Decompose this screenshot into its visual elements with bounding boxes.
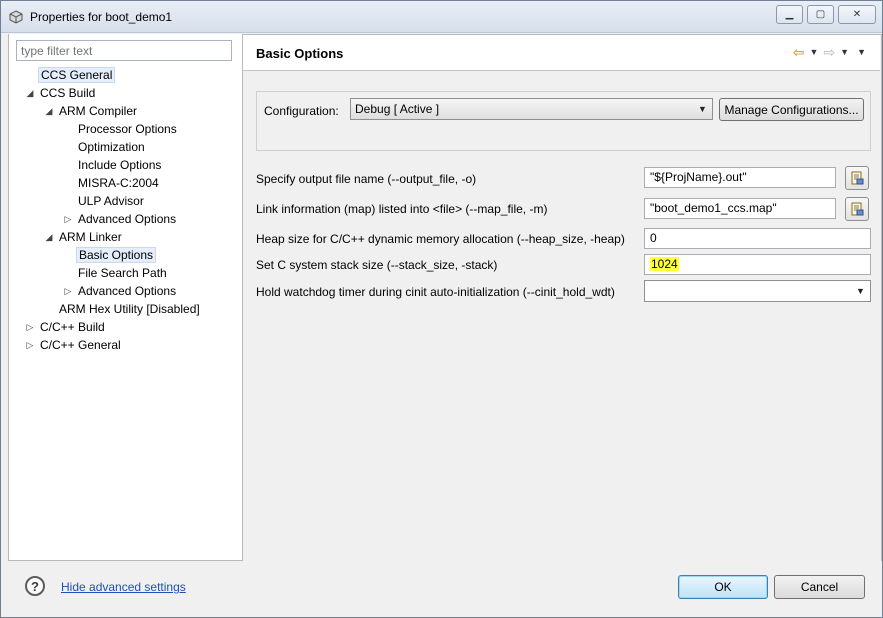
tree-item-arm-hex-utility[interactable]: ARM Hex Utility [Disabled] — [57, 300, 202, 318]
tree-item-file-search-path[interactable]: File Search Path — [76, 264, 169, 282]
tree-item-processor-options[interactable]: Processor Options — [76, 120, 179, 138]
expanded-twisty-icon[interactable]: ◢ — [44, 102, 54, 120]
dialog-footer: ? Hide advanced settings OK Cancel — [1, 561, 882, 617]
tree-item-label: CCS General — [38, 67, 116, 83]
forward-arrow-icon[interactable]: ⇨ — [823, 44, 835, 60]
heap-size-value: 0 — [650, 231, 657, 245]
title-bar: Properties for boot_demo1 ▁ ▢ ✕ — [1, 1, 882, 33]
map-file-label: Link information (map) listed into <file… — [256, 202, 548, 216]
maximize-icon: ▢ — [815, 9, 826, 20]
view-menu-icon[interactable]: ▼ — [857, 44, 866, 60]
tree-item-label: Basic Options — [76, 247, 157, 263]
tree-item-label: Optimization — [78, 140, 145, 154]
tree-item-label: C/C++ General — [40, 338, 121, 352]
tree-item-include-options[interactable]: Include Options — [76, 156, 163, 174]
stack-size-label: Set C system stack size (--stack_size, -… — [256, 258, 498, 272]
tree-item-ulp-advisor[interactable]: ULP Advisor — [76, 192, 146, 210]
collapsed-twisty-icon[interactable]: ▷ — [25, 318, 35, 336]
tree-item-label: ULP Advisor — [78, 194, 144, 208]
tree-item-misra[interactable]: MISRA-C:2004 — [76, 174, 161, 192]
browse-variables-icon — [851, 171, 864, 185]
tree-item-label: C/C++ Build — [40, 320, 105, 334]
tree-item-label: ARM Linker — [59, 230, 122, 244]
history-nav: ⇦ ▼ ⇨ ▼ ▼ — [788, 44, 866, 60]
heap-size-label: Heap size for C/C++ dynamic memory alloc… — [256, 232, 625, 246]
collapsed-twisty-icon[interactable]: ▷ — [63, 210, 73, 228]
manage-configurations-button[interactable]: Manage Configurations... — [719, 98, 864, 121]
configuration-value: Debug [ Active ] — [355, 102, 440, 116]
tree-item-arm-linker[interactable]: ◢ ARM Linker — [44, 228, 124, 246]
configuration-select[interactable]: Debug [ Active ] ▼ — [350, 98, 713, 120]
chevron-down-icon: ▼ — [698, 104, 707, 114]
navigation-pane: CCS General ◢ CCS Build ◢ ARM Compiler P… — [8, 34, 243, 561]
filter-input[interactable] — [16, 40, 232, 61]
tree-item-label: CCS Build — [40, 86, 96, 100]
tree-item-ccs-build[interactable]: ◢ CCS Build — [25, 84, 97, 102]
maximize-button[interactable]: ▢ — [807, 5, 834, 24]
map-file-field[interactable]: "boot_demo1_ccs.map" — [644, 198, 836, 219]
tree-item-label: Include Options — [78, 158, 162, 172]
stack-size-field[interactable]: 1024 — [644, 254, 871, 275]
help-icon[interactable]: ? — [25, 576, 45, 596]
tree-item-ccs-general[interactable]: CCS General — [38, 66, 116, 84]
tree-item-label: File Search Path — [78, 266, 167, 280]
back-menu-chevron-icon[interactable]: ▼ — [810, 44, 819, 60]
tree-item-label: Advanced Options — [78, 212, 177, 226]
page-header: Basic Options ⇦ ▼ ⇨ ▼ ▼ — [243, 35, 880, 71]
map-file-browse-button[interactable] — [845, 197, 869, 221]
tree-item-cpp-build[interactable]: ▷ C/C++ Build — [25, 318, 107, 336]
configuration-group: Configuration: Debug [ Active ] ▼ Manage… — [256, 91, 871, 151]
tree-item-linker-advanced-options[interactable]: ▷ Advanced Options — [63, 282, 178, 300]
tree-item-label: MISRA-C:2004 — [78, 176, 159, 190]
tree-item-label: Processor Options — [78, 122, 177, 136]
cancel-button[interactable]: Cancel — [774, 575, 865, 599]
settings-pane: Basic Options ⇦ ▼ ⇨ ▼ ▼ Configuration: D… — [243, 34, 882, 561]
browse-variables-icon — [851, 202, 864, 216]
expanded-twisty-icon[interactable]: ◢ — [44, 228, 54, 246]
tree-item-label: ARM Compiler — [59, 104, 138, 118]
tree-item-cpp-general[interactable]: ▷ C/C++ General — [25, 336, 123, 354]
page-title: Basic Options — [256, 46, 344, 61]
output-file-browse-button[interactable] — [845, 166, 869, 190]
tree-item-label: Advanced Options — [78, 284, 177, 298]
chevron-down-icon: ▼ — [856, 286, 865, 296]
ok-button[interactable]: OK — [678, 575, 768, 599]
expanded-twisty-icon[interactable]: ◢ — [25, 84, 35, 102]
stack-size-value: 1024 — [650, 257, 679, 271]
back-arrow-icon[interactable]: ⇦ — [793, 44, 805, 60]
tree-item-label: ARM Hex Utility [Disabled] — [59, 302, 200, 316]
collapsed-twisty-icon[interactable]: ▷ — [63, 282, 73, 300]
output-file-value: "${ProjName}.out" — [650, 170, 747, 184]
output-file-label: Specify output file name (--output_file,… — [256, 172, 477, 186]
window-title: Properties for boot_demo1 — [30, 10, 173, 24]
tree-item-arm-compiler[interactable]: ◢ ARM Compiler — [44, 102, 139, 120]
output-file-field[interactable]: "${ProjName}.out" — [644, 167, 836, 188]
close-icon: ✕ — [852, 9, 862, 20]
properties-dialog: Properties for boot_demo1 ▁ ▢ ✕ CCS Gene… — [0, 0, 883, 618]
tree-item-basic-options[interactable]: Basic Options — [76, 246, 157, 264]
forward-menu-chevron-icon[interactable]: ▼ — [840, 44, 849, 60]
cinit-hold-wdt-label: Hold watchdog timer during cinit auto-in… — [256, 285, 615, 299]
hide-advanced-settings-link[interactable]: Hide advanced settings — [61, 580, 186, 594]
cinit-hold-wdt-select[interactable]: ▼ — [644, 280, 871, 302]
close-button[interactable]: ✕ — [838, 5, 876, 24]
window-controls: ▁ ▢ ✕ — [772, 5, 876, 24]
properties-window-icon — [9, 10, 23, 24]
minimize-icon: ▁ — [785, 9, 794, 20]
minimize-button[interactable]: ▁ — [776, 5, 803, 24]
heap-size-field[interactable]: 0 — [644, 228, 871, 249]
configuration-label: Configuration: — [264, 104, 339, 118]
collapsed-twisty-icon[interactable]: ▷ — [25, 336, 35, 354]
tree-item-optimization[interactable]: Optimization — [76, 138, 147, 156]
map-file-value: "boot_demo1_ccs.map" — [650, 201, 777, 215]
tree-item-compiler-advanced-options[interactable]: ▷ Advanced Options — [63, 210, 178, 228]
